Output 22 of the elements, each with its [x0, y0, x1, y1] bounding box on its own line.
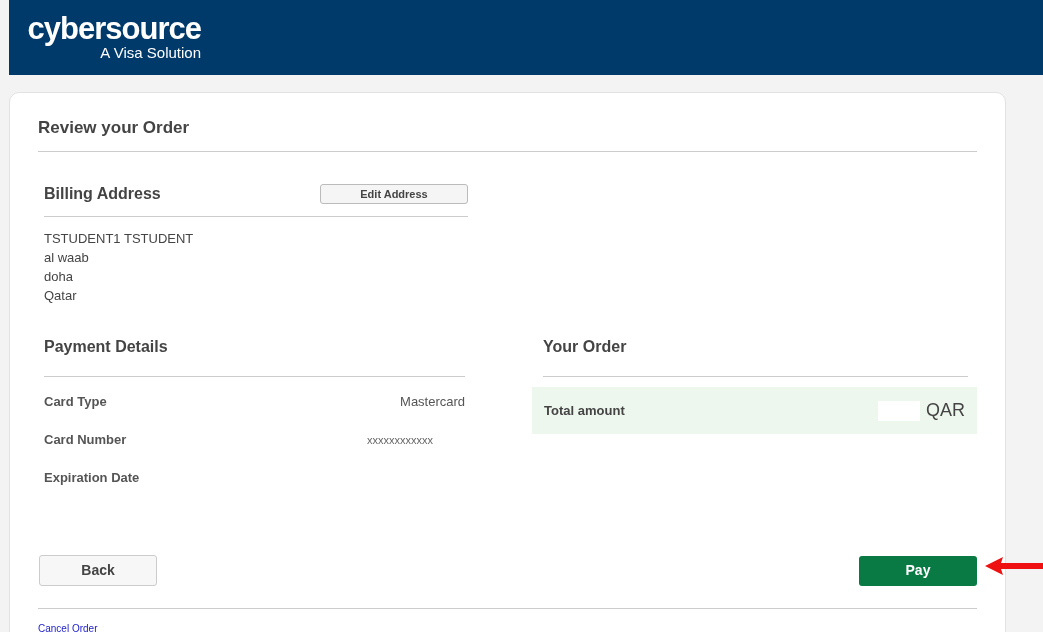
edit-address-button[interactable]: Edit Address	[320, 184, 468, 204]
address-line: doha	[44, 268, 74, 286]
section-heading: Billing Address	[44, 184, 161, 204]
logo-tagline: A Visa Solution	[100, 43, 201, 62]
field-label: Expiration Date	[44, 469, 140, 488]
address-line: Qatar	[44, 287, 78, 305]
page-title: Review your Order	[38, 117, 191, 139]
section-heading: Your Order	[543, 338, 627, 355]
total-label: Total amount	[544, 401, 625, 420]
section-heading: Payment Details	[44, 338, 168, 355]
logo: cybersource	[27, 13, 201, 44]
address-line: al waab	[44, 249, 90, 267]
arrow-icon	[985, 556, 1043, 576]
field-value: Mastercard	[400, 393, 466, 412]
pay-button[interactable]: Pay	[859, 555, 977, 586]
field-label: Card Number	[44, 431, 127, 450]
back-button[interactable]: Back	[39, 555, 157, 586]
currency: QAR	[926, 399, 965, 422]
field-label: Card Type	[44, 393, 107, 412]
cancel-order-link[interactable]: Cancel Order	[38, 621, 98, 632]
address-line: TSTUDENT1 TSTUDENT	[44, 230, 195, 248]
field-value: xxxxxxxxxxxx	[367, 432, 434, 448]
